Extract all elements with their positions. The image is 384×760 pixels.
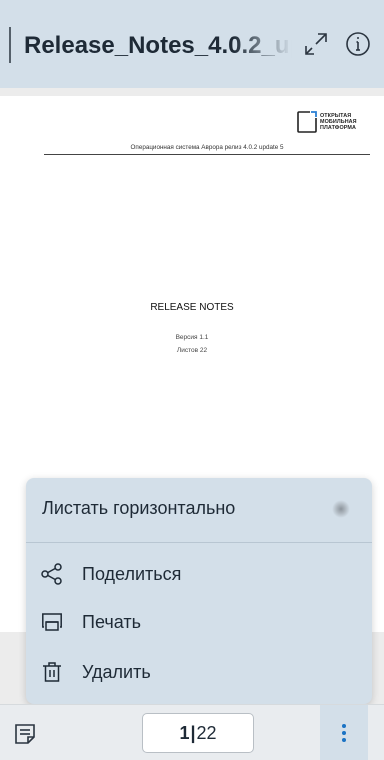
header-bar: Release_Notes_4.0.2_update_5 (0, 0, 384, 88)
info-icon (346, 32, 370, 56)
scroll-horizontal-option[interactable]: Листать горизонтально (26, 478, 372, 542)
more-vertical-icon (342, 724, 346, 742)
print-menu-item[interactable]: Печать (26, 600, 372, 644)
more-options-button[interactable] (320, 705, 368, 760)
document-running-header: Операционная система Аврора релиз 4.0.2 … (130, 144, 284, 151)
expand-button[interactable] (300, 28, 332, 60)
total-pages: 22 (196, 723, 217, 743)
notes-button[interactable] (12, 721, 38, 747)
expand-diagonal-icon (305, 33, 327, 55)
share-icon (41, 563, 62, 585)
trash-icon (43, 662, 61, 682)
current-page: 1 (179, 723, 190, 743)
header-rule (44, 154, 370, 155)
logo-text: ОТКРЫТАЯ МОБИЛЬНАЯ ПЛАТФОРМА (320, 113, 357, 131)
menu-divider (26, 542, 372, 543)
page-separator: | (190, 723, 196, 743)
logo-line-3: ПЛАТФОРМА (320, 125, 356, 131)
omp-logo: ОТКРЫТАЯ МОБИЛЬНАЯ ПЛАТФОРМА (296, 110, 376, 136)
delete-label: Удалить (82, 662, 151, 682)
logo-mark-icon (297, 111, 317, 133)
notes-icon (15, 724, 35, 744)
print-label: Печать (82, 612, 141, 632)
bottom-toolbar: 1|22 (0, 704, 384, 760)
document-title: Release_Notes_4.0.2_update_5 (24, 32, 292, 59)
header-edge-indicator (9, 27, 11, 63)
page-counter[interactable]: 1|22 (142, 713, 254, 753)
delete-menu-item[interactable]: Удалить (26, 650, 372, 694)
document-heading: RELEASE NOTES (150, 302, 234, 313)
context-menu: Листать горизонтально Поделиться Печать (26, 478, 372, 704)
scroll-horizontal-toggle[interactable] (332, 500, 350, 518)
info-button[interactable] (342, 28, 374, 60)
document-sheet-count: Листов 22 (176, 347, 208, 354)
share-label: Поделиться (82, 564, 182, 584)
print-icon (42, 613, 62, 631)
share-menu-item[interactable]: Поделиться (26, 552, 372, 596)
document-version: Версия 1.1 (175, 334, 209, 341)
scroll-horizontal-label: Листать горизонтально (42, 498, 236, 518)
